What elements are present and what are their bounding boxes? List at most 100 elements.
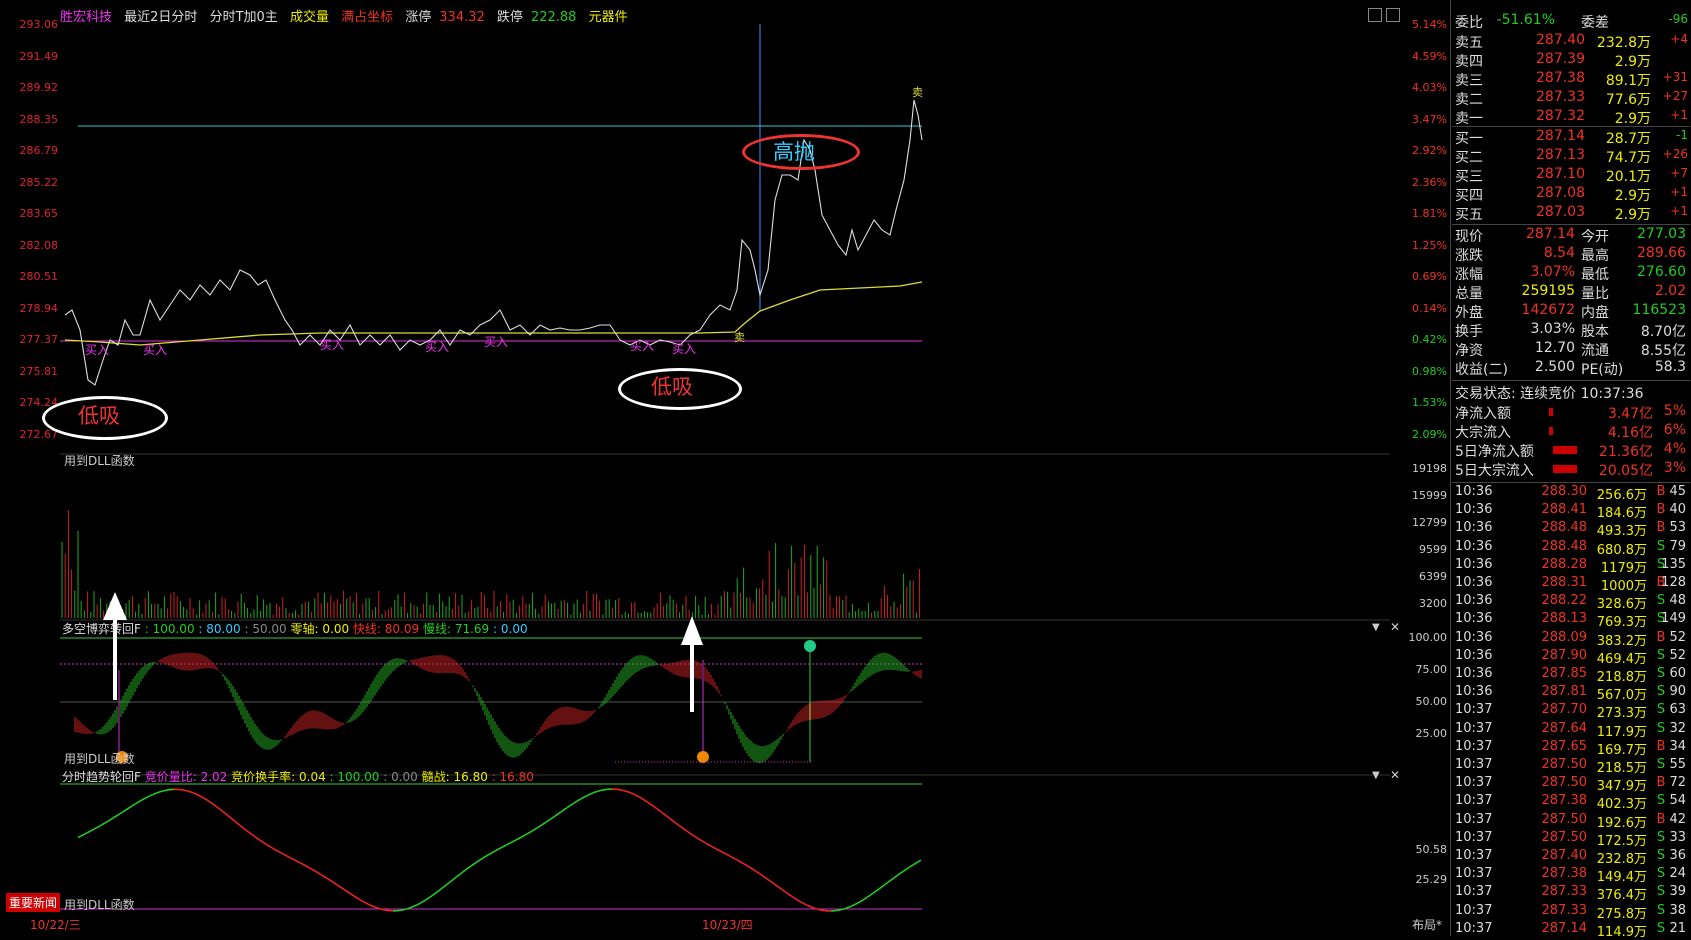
tick-price: 287.38 [1517, 866, 1587, 881]
osc2-segment [543, 822, 546, 824]
osc2-v0: : 0.00 [383, 770, 418, 784]
tick-row[interactable]: 10:36288.48680.8万S79 [1455, 539, 1688, 557]
tick-price: 287.38 [1517, 793, 1587, 808]
tick-row[interactable]: 10:37287.50218.5万S55 [1455, 757, 1688, 775]
bid-row[interactable]: 买五287.032.9万+1 [1455, 204, 1688, 223]
tick-price: 287.14 [1517, 921, 1587, 936]
tick-time: 10:37 [1455, 866, 1492, 881]
tick-row[interactable]: 10:36288.281179万S135 [1455, 557, 1688, 575]
tick-row[interactable]: 10:37287.65169.7万B34 [1455, 739, 1688, 757]
ask-row[interactable]: 卖二287.3377.6万+27 [1455, 89, 1688, 108]
ask-price: 287.40 [1525, 32, 1585, 48]
osc2-segment [489, 853, 492, 855]
bid-row[interactable]: 买二287.1374.7万+26 [1455, 147, 1688, 166]
tick-time: 10:36 [1455, 575, 1492, 590]
tick-row[interactable]: 10:37287.50347.9万B72 [1455, 775, 1688, 793]
flow-pct: 6% [1664, 422, 1686, 438]
close-icon[interactable]: ✕ [1390, 620, 1400, 634]
osc2-segment [819, 910, 822, 911]
osc2-segment [816, 909, 819, 910]
osc2-segment [96, 826, 99, 828]
ask-row[interactable]: 卖四287.392.9万 [1455, 51, 1688, 70]
osc2-segment [618, 789, 621, 790]
osc2-segment [477, 860, 480, 862]
tick-row[interactable]: 10:36288.22328.6万S48 [1455, 593, 1688, 611]
tick-row[interactable]: 10:36287.81567.0万S90 [1455, 684, 1688, 702]
tick-count: 24 [1669, 866, 1686, 881]
bid-row[interactable]: 买三287.1020.1万+7 [1455, 166, 1688, 185]
bid-label: 买一 [1455, 128, 1483, 148]
osc2-segment [288, 857, 291, 859]
osc2-segment [594, 792, 597, 793]
osc2-segment [663, 813, 666, 815]
ask-row[interactable]: 卖五287.40232.8万+4 [1455, 32, 1688, 51]
tick-time: 10:37 [1455, 702, 1492, 717]
tick-time: 10:37 [1455, 884, 1492, 899]
panel-menu-icon[interactable]: ▼ [1372, 770, 1380, 781]
bid-label: 买三 [1455, 166, 1483, 186]
osc2-segment [531, 830, 534, 832]
tick-row[interactable]: 10:36288.30256.6万B45 [1455, 484, 1688, 502]
tick-price: 288.22 [1517, 593, 1587, 608]
tick-row[interactable]: 10:36288.311000万B128 [1455, 575, 1688, 593]
panel-menu-icon[interactable]: ▼ [1372, 622, 1380, 633]
tick-row[interactable]: 10:37287.50172.5万S33 [1455, 830, 1688, 848]
ask-price: 287.33 [1525, 89, 1585, 105]
chart-canvas[interactable]: 买入 买入 买入 买入 买入 买入 买入 卖 卖 [0, 0, 1450, 936]
tick-row[interactable]: 10:37287.70273.3万S63 [1455, 702, 1688, 720]
osc1-slow: 慢线: 71.69 [423, 622, 489, 636]
ask-row[interactable]: 卖三287.3889.1万+31 [1455, 70, 1688, 89]
tick-row[interactable]: 10:36287.85218.8万S60 [1455, 666, 1688, 684]
osc2-segment [528, 832, 531, 834]
tick-row[interactable]: 10:36287.90469.4万S52 [1455, 648, 1688, 666]
tick-row[interactable]: 10:36288.41184.6万B40 [1455, 502, 1688, 520]
quote-value: 259195 [1505, 283, 1575, 299]
osc2-segment [540, 824, 543, 826]
osc2-segment [633, 794, 636, 795]
ask-change: +27 [1663, 89, 1688, 103]
news-button[interactable]: 重要新闻 [6, 893, 60, 912]
tick-row[interactable]: 10:36288.09383.2万B52 [1455, 630, 1688, 648]
osc2-segment [147, 796, 150, 797]
tick-side: S [1655, 702, 1667, 717]
osc2-segment [738, 860, 741, 862]
osc2-segment [519, 837, 522, 839]
quote-value: 8.55亿 [1641, 340, 1686, 360]
tick-side: S [1655, 539, 1667, 554]
osc2-segment [861, 899, 864, 901]
bid-row[interactable]: 买一287.1428.7万-1 [1455, 128, 1688, 147]
osc2-segment [186, 791, 189, 792]
tick-row[interactable]: 10:37287.33275.8万S38 [1455, 903, 1688, 921]
osc2-turn: 竞价换手率: 0.04 [231, 770, 326, 784]
tick-row[interactable]: 10:37287.64117.9万S32 [1455, 721, 1688, 739]
bid-row[interactable]: 买四287.082.9万+1 [1455, 185, 1688, 204]
tick-row[interactable]: 10:37287.40232.8万S36 [1455, 848, 1688, 866]
tick-row[interactable]: 10:36288.13769.3万S149 [1455, 611, 1688, 629]
layout-button[interactable]: 布局* [1412, 916, 1442, 933]
tick-side: S [1655, 866, 1667, 881]
tick-row[interactable]: 10:37287.33376.4万S39 [1455, 884, 1688, 902]
osc2-segment [510, 842, 513, 844]
tick-time: 10:36 [1455, 593, 1492, 608]
close-icon[interactable]: ✕ [1390, 768, 1400, 782]
osc2-segment [630, 793, 633, 794]
flow-value: 4.16亿 [1583, 422, 1653, 442]
osc2-segment [774, 884, 777, 886]
ask-row[interactable]: 卖一287.322.9万+1 [1455, 108, 1688, 127]
bid-change: +1 [1670, 185, 1688, 199]
tick-row[interactable]: 10:37287.38149.4万S24 [1455, 866, 1688, 884]
tick-row[interactable]: 10:37287.14114.9万S21 [1455, 921, 1688, 939]
tick-row[interactable]: 10:37287.50192.6万B42 [1455, 812, 1688, 830]
tick-side: B [1655, 502, 1667, 517]
osc2-segment [792, 896, 795, 898]
tick-price: 287.50 [1517, 830, 1587, 845]
osc2-segment [666, 816, 669, 818]
tick-row[interactable]: 10:36288.48493.3万B53 [1455, 520, 1688, 538]
osc1-histogram [75, 653, 921, 764]
osc2-segment [150, 794, 153, 795]
osc2-segment [786, 892, 789, 894]
tick-row[interactable]: 10:37287.38402.3万S54 [1455, 793, 1688, 811]
quote-row: 现价287.14今开277.03 [1455, 226, 1688, 245]
osc2-segment [867, 895, 870, 897]
osc2-segment [84, 833, 87, 835]
